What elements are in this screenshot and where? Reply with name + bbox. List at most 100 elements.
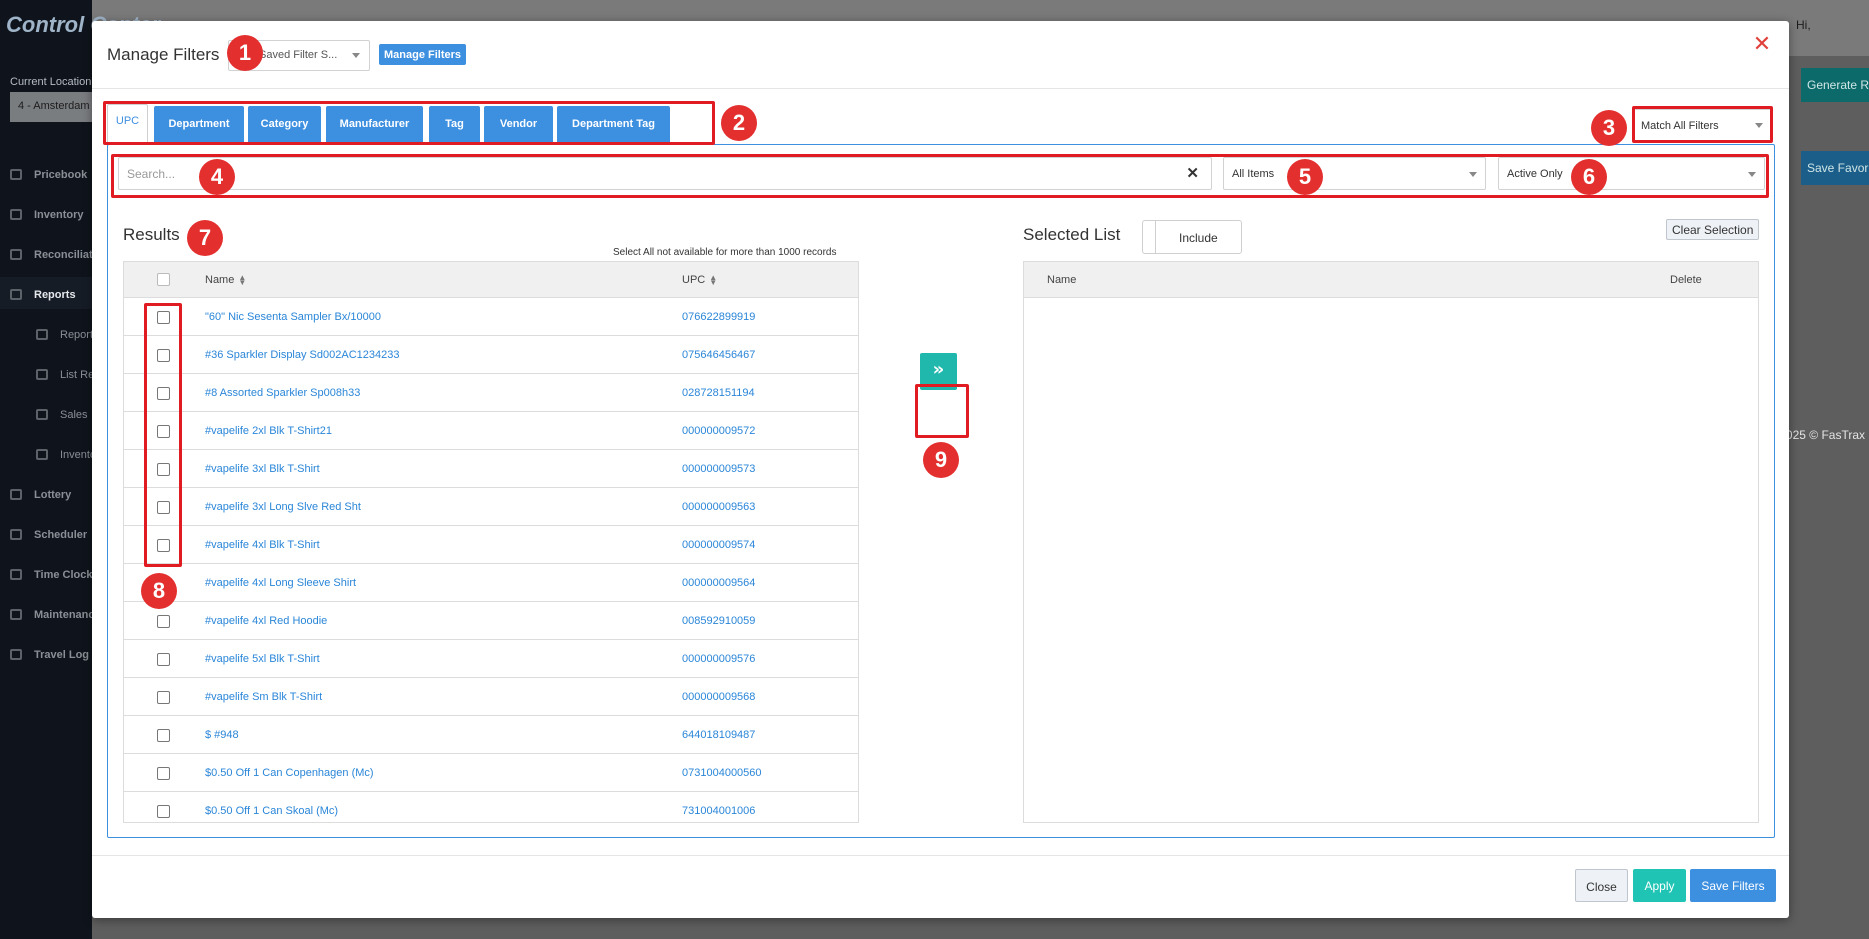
- sidebar-item-label: Lottery: [34, 489, 72, 501]
- row-checkbox[interactable]: [157, 691, 170, 704]
- selected-table-header: Name Delete: [1024, 262, 1758, 298]
- annotation-badge: 3: [1591, 110, 1627, 146]
- selected-list-title: Selected List: [1023, 225, 1121, 244]
- user-greeting: Hi,: [1796, 18, 1811, 32]
- row-checkbox[interactable]: [157, 615, 170, 628]
- sidebar-item-label: Maintenance: [34, 609, 92, 621]
- sidebar-item-label: Time Clock: [34, 569, 92, 581]
- modal-title: Manage Filters: [107, 45, 220, 64]
- nav-icon: [10, 169, 22, 180]
- sidebar-item[interactable]: Inventory: [0, 437, 92, 469]
- table-row: "60" Nic Sesenta Sampler Bx/10000 0766228…: [124, 298, 858, 336]
- sidebar-item[interactable]: Travel Log: [0, 637, 92, 669]
- item-upc-link[interactable]: 008592910059: [682, 615, 755, 627]
- table-row: #vapelife 2xl Blk T-Shirt21 000000009572: [124, 412, 858, 450]
- sidebar-item[interactable]: Pricebook: [0, 157, 92, 189]
- item-upc-link[interactable]: 000000009576: [682, 653, 755, 665]
- item-name-link[interactable]: $0.50 Off 1 Can Skoal (Mc): [205, 805, 338, 817]
- app-footer: 2025 © FasTrax: [1779, 428, 1865, 442]
- chevron-down-icon: [352, 53, 360, 58]
- annotation-badge: 6: [1571, 159, 1607, 195]
- sidebar-item[interactable]: Maintenance: [0, 597, 92, 629]
- table-row: $0.50 Off 1 Can Copenhagen (Mc) 073100400…: [124, 754, 858, 792]
- nav-icon: [36, 409, 48, 420]
- include-toggle[interactable]: Include: [1142, 220, 1242, 254]
- table-row: $0.50 Off 1 Can Skoal (Mc) 731004001006: [124, 792, 858, 822]
- save-favorites-button[interactable]: Save Favorites: [1801, 151, 1869, 185]
- select-all-checkbox[interactable]: [157, 273, 170, 286]
- close-icon[interactable]: ✕: [1752, 34, 1772, 56]
- location-label: Current Location: [10, 76, 92, 88]
- annotation-badge: 1: [227, 35, 263, 71]
- table-row: $ #948 644018109487: [124, 716, 858, 754]
- generate-report-button[interactable]: Generate Report: [1801, 68, 1869, 102]
- sidebar-item[interactable]: Lottery: [0, 477, 92, 509]
- item-upc-link[interactable]: 000000009564: [682, 577, 755, 589]
- item-name-link[interactable]: #vapelife 3xl Long Slve Red Sht: [205, 501, 361, 513]
- row-checkbox[interactable]: [157, 767, 170, 780]
- row-checkbox[interactable]: [157, 805, 170, 818]
- nav-icon: [10, 289, 22, 300]
- nav-icon: [36, 329, 48, 340]
- manage-filters-button[interactable]: Manage Filters: [379, 44, 467, 65]
- sidebar-item-label: Sales: [60, 409, 88, 421]
- select-all-note: Select All not available for more than 1…: [613, 247, 837, 258]
- sidebar-item[interactable]: Reconciliation: [0, 237, 92, 269]
- sidebar-item[interactable]: Inventory: [0, 197, 92, 229]
- sidebar-item-label: Travel Log: [34, 649, 90, 661]
- item-upc-link[interactable]: 000000009573: [682, 463, 755, 475]
- item-upc-link[interactable]: 000000009568: [682, 691, 755, 703]
- item-upc-link[interactable]: 0731004000560: [682, 767, 762, 779]
- sidebar-item-label: Inventory: [34, 209, 84, 221]
- item-upc-link[interactable]: 000000009563: [682, 501, 755, 513]
- item-upc-link[interactable]: 028728151194: [682, 387, 755, 399]
- sidebar-item[interactable]: Reports: [0, 317, 92, 349]
- row-checkbox[interactable]: [157, 729, 170, 742]
- apply-button[interactable]: Apply: [1633, 869, 1686, 902]
- item-upc-link[interactable]: 000000009574: [682, 539, 755, 551]
- sidebar-item[interactable]: List Reports: [0, 357, 92, 389]
- sidebar-item[interactable]: Reports: [0, 277, 92, 309]
- annotation-badge: 9: [923, 442, 959, 478]
- item-name-link[interactable]: #vapelife 3xl Blk T-Shirt: [205, 463, 320, 475]
- item-upc-link[interactable]: 000000009572: [682, 425, 755, 437]
- item-name-link[interactable]: $0.50 Off 1 Can Copenhagen (Mc): [205, 767, 374, 779]
- column-header-name[interactable]: Name ▲ ▼: [205, 274, 246, 287]
- nav-icon: [10, 649, 22, 660]
- sidebar-item[interactable]: Sales: [0, 397, 92, 429]
- item-name-link[interactable]: $ #948: [205, 729, 239, 741]
- sidebar-item-label: Reconciliation: [34, 249, 92, 261]
- results-table-header: Name ▲ ▼ UPC ▲ ▼: [124, 262, 858, 298]
- item-upc-link[interactable]: 644018109487: [682, 729, 755, 741]
- row-checkbox[interactable]: [157, 653, 170, 666]
- annotation-box-move: [915, 384, 969, 438]
- item-upc-link[interactable]: 731004001006: [682, 805, 755, 817]
- sidebar-item[interactable]: Time Clock: [0, 557, 92, 589]
- item-name-link[interactable]: #vapelife 4xl Long Sleeve Shirt: [205, 577, 356, 589]
- item-name-link[interactable]: #vapelife 4xl Blk T-Shirt: [205, 539, 320, 551]
- nav-icon: [10, 569, 22, 580]
- table-row: #8 Assorted Sparkler Sp008h33 02872815119…: [124, 374, 858, 412]
- item-upc-link[interactable]: 075646456467: [682, 349, 755, 361]
- sidebar-item[interactable]: Scheduler: [0, 517, 92, 549]
- item-name-link[interactable]: #8 Assorted Sparkler Sp008h33: [205, 387, 360, 399]
- item-name-link[interactable]: #vapelife 5xl Blk T-Shirt: [205, 653, 320, 665]
- column-header-upc[interactable]: UPC ▲ ▼: [682, 274, 717, 287]
- annotation-box-filters: [111, 154, 1769, 198]
- nav-icon: [10, 209, 22, 220]
- selected-column-delete: Delete: [1670, 274, 1702, 286]
- close-button[interactable]: Close: [1575, 869, 1628, 902]
- item-name-link[interactable]: #vapelife 4xl Red Hoodie: [205, 615, 327, 627]
- save-filters-button[interactable]: Save Filters: [1690, 869, 1776, 902]
- item-upc-link[interactable]: 076622899919: [682, 311, 755, 323]
- column-header-upc-label: UPC: [682, 274, 706, 286]
- item-name-link[interactable]: "60" Nic Sesenta Sampler Bx/10000: [205, 311, 381, 323]
- item-name-link[interactable]: #36 Sparkler Display Sd002AC1234233: [205, 349, 399, 361]
- sidebar-item-label: Scheduler: [34, 529, 88, 541]
- item-name-link[interactable]: #vapelife 2xl Blk T-Shirt21: [205, 425, 332, 437]
- clear-selection-button[interactable]: Clear Selection: [1666, 219, 1760, 240]
- location-select[interactable]: 4 - Amsterdam: [10, 92, 100, 122]
- modal-footer: Close Apply Save Filters: [92, 855, 1789, 918]
- item-name-link[interactable]: #vapelife Sm Blk T-Shirt: [205, 691, 322, 703]
- annotation-badge: 5: [1287, 159, 1323, 195]
